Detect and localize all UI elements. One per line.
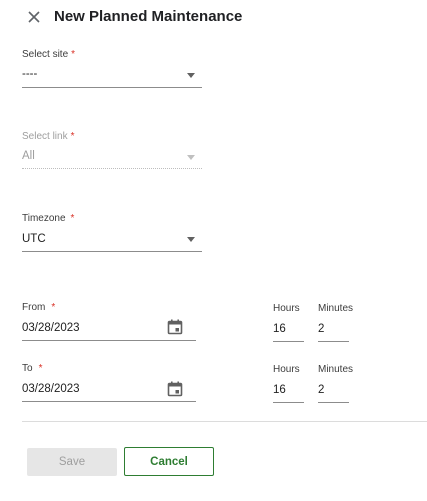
- timezone-select-underline: [22, 251, 202, 252]
- link-select-underline: [22, 168, 202, 169]
- site-dropdown-caret-icon[interactable]: [187, 73, 195, 78]
- from-minutes-label: Minutes: [318, 303, 354, 314]
- link-label-text: Select link: [22, 131, 68, 142]
- from-label-text: From: [22, 302, 46, 313]
- save-button[interactable]: Save: [27, 448, 117, 476]
- from-hours-label: Hours: [273, 303, 300, 314]
- from-label: From *: [22, 302, 55, 313]
- site-select-underline: [22, 87, 202, 88]
- dialog-title: New Planned Maintenance: [54, 8, 243, 25]
- to-hours-input[interactable]: 16: [273, 384, 286, 396]
- to-date-input[interactable]: 03/28/2023: [22, 383, 80, 395]
- link-required-mark: *: [70, 131, 75, 142]
- cancel-button[interactable]: Cancel: [124, 447, 214, 476]
- timezone-required-mark: *: [70, 213, 75, 224]
- actions-divider: [22, 421, 427, 422]
- timezone-label: Timezone *: [22, 213, 74, 224]
- from-minutes-input[interactable]: 2: [318, 323, 324, 335]
- to-minutes-label: Minutes: [318, 364, 354, 375]
- to-minutes-underline: [318, 402, 349, 403]
- site-select-value[interactable]: ----: [22, 68, 37, 80]
- from-date-input[interactable]: 03/28/2023: [22, 322, 80, 334]
- to-hours-underline: [273, 402, 304, 403]
- link-select-value: All: [22, 150, 35, 162]
- to-calendar-icon[interactable]: [167, 381, 183, 397]
- site-required-mark: *: [71, 49, 76, 60]
- to-label: To *: [22, 363, 42, 374]
- from-required-mark: *: [51, 302, 56, 313]
- site-label: Select site *: [22, 49, 75, 60]
- site-label-text: Select site: [22, 49, 69, 60]
- to-date-underline: [22, 401, 196, 402]
- link-label: Select link *: [22, 131, 74, 142]
- from-calendar-icon[interactable]: [167, 319, 183, 335]
- from-minutes-underline: [318, 341, 349, 342]
- to-label-text: To: [22, 363, 33, 374]
- to-minutes-input[interactable]: 2: [318, 384, 324, 396]
- from-hours-underline: [273, 341, 304, 342]
- link-dropdown-caret-icon: [187, 155, 195, 160]
- to-required-mark: *: [38, 363, 43, 374]
- timezone-select-value[interactable]: UTC: [22, 233, 46, 245]
- to-hours-label: Hours: [273, 364, 300, 375]
- timezone-label-text: Timezone: [22, 213, 66, 224]
- from-date-underline: [22, 340, 196, 341]
- from-hours-input[interactable]: 16: [273, 323, 286, 335]
- close-icon[interactable]: [26, 9, 42, 25]
- timezone-dropdown-caret-icon[interactable]: [187, 237, 195, 242]
